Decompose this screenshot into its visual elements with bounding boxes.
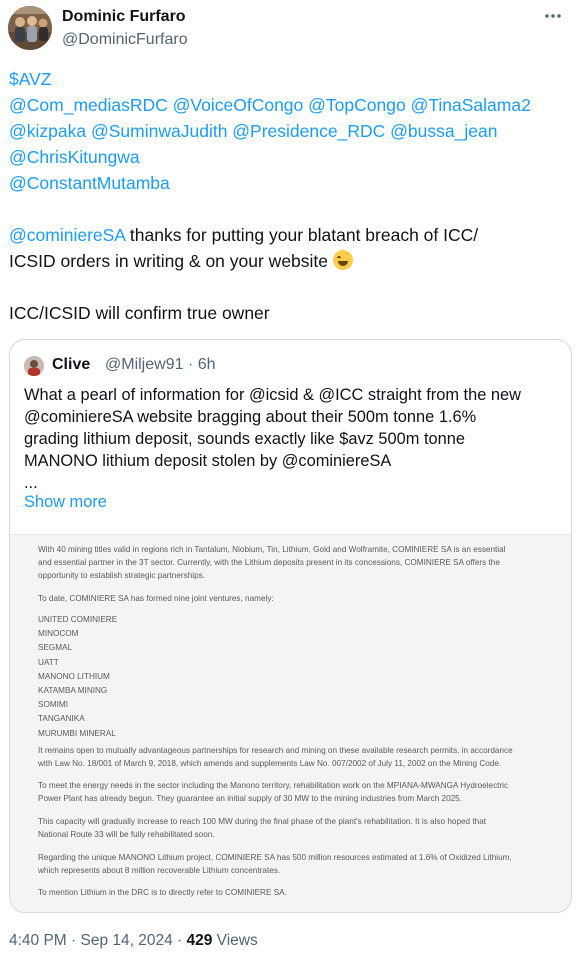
jv-item: UNITED COMINIERE (38, 615, 118, 624)
mention-link[interactable]: @kizpaka (9, 121, 86, 141)
laughing-emoji-icon (332, 250, 353, 270)
mention-link[interactable]: @Presidence_RDC (232, 121, 385, 141)
doc-text: Power Plant has already begun. They guar… (38, 794, 463, 803)
quoted-tweet[interactable]: Clive @Miljew91 · 6h What a pearl of inf… (9, 339, 572, 913)
jv-item: UATT (38, 657, 59, 667)
author-handle[interactable]: @DominicFurfaro (62, 31, 188, 49)
doc-text: Regarding the unique MANONO Lithium proj… (38, 853, 512, 862)
timestamp-link[interactable]: 4:40 PM · Sep 14, 2024 · (9, 932, 187, 949)
quoted-author-avatar (24, 356, 44, 376)
author-name[interactable]: Dominic Furfaro (62, 8, 186, 26)
quoted-line: MANONO lithium deposit stolen by @comini… (24, 452, 392, 470)
quoted-line: @cominiereSA website bragging about thei… (24, 408, 477, 426)
tweet-closing-text: ICC/ICSID will confirm true owner (9, 303, 270, 323)
tweet-footer: 4:40 PM · Sep 14, 2024 · 429 Views (9, 932, 258, 950)
doc-text: and essential partner in the 3T sector. … (38, 558, 500, 567)
tweet-text: thanks for putting your blatant breach o… (125, 225, 479, 245)
jv-item: SEGMAL (38, 643, 73, 653)
views-count: 429 (186, 932, 213, 949)
mention-link[interactable]: @SuminwaJudith (91, 121, 227, 141)
doc-text: with Law No. 18/001 of March 9, 2018, wh… (38, 759, 502, 768)
tweet-text: ICSID orders in writing & on your websit… (9, 251, 333, 271)
jv-item: MURUMBI MINERAL (38, 728, 116, 738)
tweet-card: Dominic Furfaro @DominicFurfaro $AVZ @Co… (0, 0, 580, 960)
mention-link[interactable]: @ConstantMutamba (9, 173, 170, 193)
views-label: Views (212, 932, 258, 949)
mention-link[interactable]: @ChrisKitungwa (9, 147, 140, 167)
doc-text: It remains open to mutually advantageous… (38, 746, 513, 755)
mention-link[interactable]: @cominiereSA (9, 225, 125, 245)
quoted-tweet-text: What a pearl of information for @icsid &… (24, 384, 564, 494)
jv-item: MANONO LITHIUM (38, 671, 110, 681)
doc-text: This capacity will gradually increase to… (38, 817, 487, 826)
quoted-document-image[interactable]: With 40 mining titles valid in regions r… (10, 534, 571, 912)
jv-item: TANGANIKA (38, 714, 85, 724)
doc-text: With 40 mining titles valid in regions r… (38, 545, 506, 554)
cashtag-link[interactable]: $AVZ (9, 69, 51, 89)
doc-text: opportunity to establish strategic partn… (38, 571, 206, 580)
mention-link[interactable]: @Com_mediasRDC (9, 95, 168, 115)
jv-item: MINOCOM (38, 629, 79, 639)
tweet-body: $AVZ @Com_mediasRDC @VoiceOfCongo @TopCo… (9, 66, 574, 326)
doc-text: To date, COMINIERE SA has formed nine jo… (38, 594, 274, 603)
jv-item: SOMIMI (38, 700, 69, 710)
mention-link[interactable]: @bussa_jean (390, 121, 497, 141)
quoted-author-name: Clive (52, 356, 91, 373)
joint-venture-list: UNITED COMINIERE MINOCOM SEGMAL UATT MAN… (38, 613, 238, 741)
doc-text: To mention Lithium in the DRC is to dire… (38, 888, 287, 897)
doc-text: which represents about 8 million recover… (38, 866, 281, 875)
quoted-line: What a pearl of information for @icsid &… (24, 386, 521, 404)
jv-item: KATAMBA MINING (38, 686, 108, 696)
mention-link[interactable]: @TopCongo (308, 95, 406, 115)
ellipsis-icon[interactable] (540, 6, 566, 28)
show-more-link[interactable]: Show more (24, 493, 107, 512)
tweet-header: Dominic Furfaro @DominicFurfaro (8, 6, 572, 52)
quoted-line: ... (24, 474, 38, 492)
quoted-line: grading lithium deposit, sounds exactly … (24, 430, 465, 448)
doc-text: To meet the energy needs in the sector i… (38, 781, 509, 790)
mention-link[interactable]: @TinaSalama2 (411, 95, 531, 115)
mention-link[interactable]: @VoiceOfCongo (173, 95, 304, 115)
doc-text: National Route 33 will be fully rehabili… (38, 830, 215, 839)
author-avatar[interactable] (8, 6, 52, 50)
quoted-author-meta: @Miljew91 · 6h (105, 356, 216, 373)
